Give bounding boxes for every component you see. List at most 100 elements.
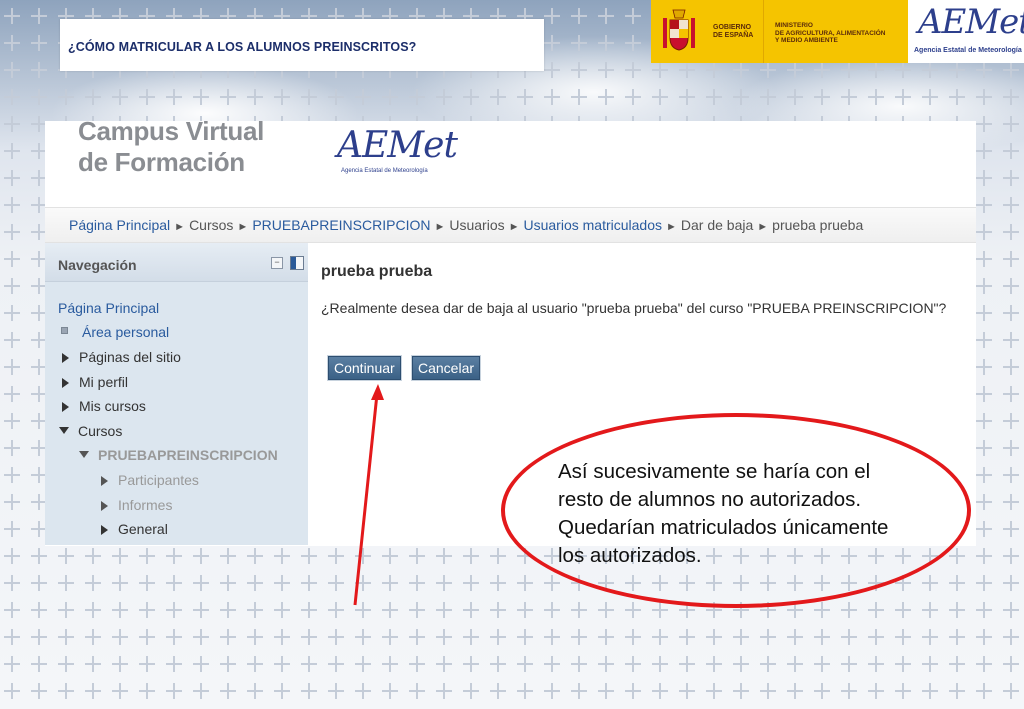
page-heading: prueba prueba — [321, 263, 433, 280]
plus-decoration — [760, 89, 776, 105]
plus-decoration — [274, 575, 290, 591]
plus-decoration — [58, 575, 74, 591]
plus-decoration — [922, 575, 938, 591]
plus-decoration — [652, 683, 668, 699]
ministry-label: MINISTERIO DE AGRICULTURA, ALIMENTACIÓN … — [775, 22, 886, 44]
breadcrumb-separator-icon: ► — [508, 221, 520, 233]
nav-item-personal[interactable]: Área personal — [61, 324, 169, 340]
plus-decoration — [355, 683, 371, 699]
plus-decoration — [58, 602, 74, 618]
plus-decoration — [139, 656, 155, 672]
aemet-logo[interactable]: AEMet — [337, 125, 458, 166]
breadcrumb-item[interactable]: Página Principal — [69, 217, 170, 233]
collapse-arrow-icon — [59, 427, 69, 434]
plus-decoration — [1003, 602, 1019, 618]
plus-decoration — [1003, 440, 1019, 456]
plus-decoration — [598, 629, 614, 645]
plus-decoration — [949, 575, 965, 591]
plus-decoration — [139, 629, 155, 645]
plus-decoration — [1003, 467, 1019, 483]
plus-decoration — [166, 575, 182, 591]
plus-decoration — [517, 575, 533, 591]
plus-decoration — [112, 548, 128, 564]
plus-decoration — [598, 683, 614, 699]
site-title[interactable]: Campus Virtual de Formación — [78, 116, 264, 178]
plus-decoration — [571, 8, 587, 24]
breadcrumb-item[interactable]: Usuarios matriculados — [524, 217, 663, 233]
plus-decoration — [490, 575, 506, 591]
dock-block-icon[interactable] — [290, 256, 304, 270]
nav-item-home[interactable]: Página Principal — [58, 300, 159, 316]
breadcrumb-separator-icon: ► — [237, 221, 249, 233]
plus-decoration — [922, 62, 938, 78]
plus-decoration — [976, 413, 992, 429]
plus-decoration — [949, 62, 965, 78]
plus-decoration — [409, 683, 425, 699]
plus-decoration — [1003, 305, 1019, 321]
plus-decoration — [760, 629, 776, 645]
plus-decoration — [976, 197, 992, 213]
breadcrumb-item: prueba prueba — [772, 217, 864, 233]
breadcrumb-separator-icon: ► — [757, 221, 769, 233]
plus-decoration — [166, 602, 182, 618]
nav-item-participants[interactable]: Participantes — [101, 472, 199, 488]
plus-decoration — [787, 89, 803, 105]
plus-decoration — [58, 548, 74, 564]
plus-decoration — [85, 89, 101, 105]
plus-decoration — [4, 8, 20, 24]
nav-item-general[interactable]: General — [101, 521, 168, 537]
plus-decoration — [517, 602, 533, 618]
nav-item-course[interactable]: PRUEBAPREINSCRIPCION — [79, 447, 278, 463]
plus-decoration — [571, 656, 587, 672]
nav-item-reports[interactable]: Informes — [101, 497, 172, 513]
plus-decoration — [625, 683, 641, 699]
plus-decoration — [1003, 494, 1019, 510]
plus-decoration — [841, 602, 857, 618]
plus-decoration — [841, 683, 857, 699]
plus-decoration — [112, 89, 128, 105]
aemet-logo-subtitle: Agencia Estatal de Meteorología — [341, 168, 428, 174]
plus-decoration — [166, 629, 182, 645]
continue-button[interactable]: Continuar — [328, 356, 401, 380]
nav-item-profile[interactable]: Mi perfil — [62, 374, 128, 390]
plus-decoration — [868, 629, 884, 645]
plus-decoration — [4, 602, 20, 618]
cancel-button[interactable]: Cancelar — [412, 356, 481, 380]
plus-decoration — [4, 629, 20, 645]
plus-decoration — [1003, 548, 1019, 564]
plus-decoration — [976, 251, 992, 267]
nav-item-my-courses[interactable]: Mis cursos — [62, 398, 146, 414]
plus-decoration — [193, 575, 209, 591]
plus-decoration — [166, 656, 182, 672]
plus-decoration — [571, 602, 587, 618]
plus-decoration — [4, 89, 20, 105]
expand-arrow-icon — [101, 501, 108, 511]
plus-decoration — [976, 278, 992, 294]
plus-decoration — [625, 656, 641, 672]
plus-decoration — [814, 89, 830, 105]
collapse-block-icon[interactable]: − — [271, 257, 283, 269]
plus-decoration — [382, 89, 398, 105]
plus-decoration — [976, 359, 992, 375]
plus-decoration — [841, 656, 857, 672]
plus-decoration — [976, 656, 992, 672]
plus-decoration — [274, 89, 290, 105]
plus-decoration — [409, 575, 425, 591]
nav-item-site-pages[interactable]: Páginas del sitio — [62, 349, 181, 365]
breadcrumb-item[interactable]: PRUEBAPREINSCRIPCION — [252, 217, 430, 233]
plus-decoration — [976, 332, 992, 348]
plus-decoration — [58, 683, 74, 699]
plus-decoration — [544, 629, 560, 645]
plus-decoration — [463, 602, 479, 618]
plus-decoration — [571, 35, 587, 51]
expand-arrow-icon — [62, 353, 69, 363]
plus-decoration — [436, 602, 452, 618]
plus-decoration — [58, 629, 74, 645]
plus-decoration — [1003, 143, 1019, 159]
plus-decoration — [598, 35, 614, 51]
plus-decoration — [625, 35, 641, 51]
expand-arrow-icon — [62, 402, 69, 412]
plus-decoration — [598, 656, 614, 672]
plus-decoration — [58, 656, 74, 672]
nav-item-courses[interactable]: Cursos — [59, 423, 122, 439]
